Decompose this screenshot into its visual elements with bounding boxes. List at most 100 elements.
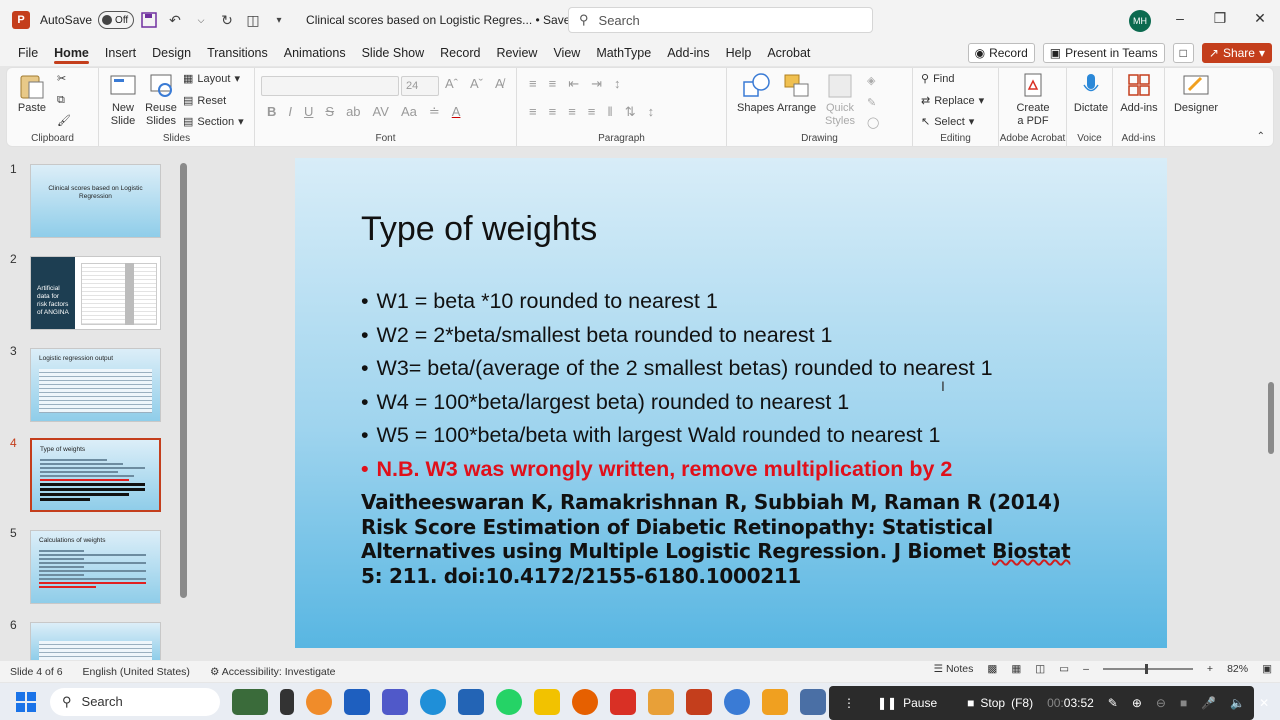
collapse-ribbon-icon[interactable]: ⌃ (1257, 131, 1265, 142)
customize-toolbar-icon[interactable]: ▾ (268, 9, 290, 31)
slide-canvas[interactable]: Type of weights W1 = beta *10 rounded to… (295, 158, 1167, 648)
drag-handle-icon[interactable]: ⋮ (843, 696, 855, 710)
teams-icon[interactable] (382, 688, 408, 715)
clear-formatting-icon[interactable]: A̸ (495, 76, 504, 91)
accessibility-status[interactable]: ⚙ Accessibility: Investigate (210, 666, 336, 678)
autosave[interactable]: AutoSave Off (40, 11, 135, 29)
recorder-app-icon[interactable] (762, 688, 788, 715)
comments-button[interactable]: □ (1172, 43, 1194, 63)
slide-thumbnail-2[interactable]: Artificial data for risk factors of ANGI… (30, 256, 161, 330)
tab-home[interactable]: Home (46, 40, 97, 66)
columns-icon[interactable]: ‖ (607, 104, 612, 120)
outlook-icon[interactable] (344, 688, 370, 715)
line-spacing-icon[interactable]: ↕ (614, 76, 621, 92)
system-audio-icon[interactable]: 🔈 (1230, 696, 1245, 710)
increase-indent-icon[interactable]: ⇥ (591, 76, 602, 92)
whatsapp-icon[interactable] (496, 688, 522, 715)
font-color-icon[interactable]: A (452, 104, 461, 120)
tab-slide-show[interactable]: Slide Show (354, 40, 433, 66)
fit-to-window-icon[interactable]: ▣ (1262, 663, 1272, 675)
microphone-icon[interactable]: 🎤 (1201, 696, 1216, 710)
align-right-icon[interactable]: ≡ (568, 104, 576, 120)
tab-design[interactable]: Design (144, 40, 199, 66)
save-app-icon[interactable] (458, 688, 484, 715)
zoom-out-icon[interactable]: ⊖ (1156, 696, 1166, 710)
find-button[interactable]: ⚲ Find (921, 72, 954, 86)
avatar[interactable]: MH (1129, 10, 1151, 32)
bullet-list[interactable]: W1 = beta *10 rounded to nearest 1 W2 = … (361, 285, 1151, 486)
shapes-button[interactable]: Shapes (737, 72, 774, 115)
character-spacing-icon[interactable]: AV (373, 104, 389, 120)
undo-icon[interactable]: ↶ (164, 9, 186, 31)
zoom-in-icon[interactable]: + (1207, 663, 1213, 675)
pen-icon[interactable]: ✎ (1108, 696, 1118, 710)
dictate-button[interactable]: Dictate (1073, 72, 1109, 115)
shape-effects-icon[interactable]: ◯ (867, 116, 879, 129)
decrease-font-size-icon[interactable]: Aˇ (470, 76, 483, 91)
media-app-icon[interactable] (648, 688, 674, 715)
close-icon[interactable]: ✕ (1250, 10, 1270, 27)
powerpoint-taskbar-icon[interactable] (686, 688, 712, 715)
tab-view[interactable]: View (545, 40, 588, 66)
paste-button[interactable]: Paste (17, 72, 47, 115)
language-indicator[interactable]: English (United States) (83, 666, 190, 678)
reading-view-icon[interactable]: ◫ (1035, 663, 1045, 675)
save-icon[interactable] (138, 9, 160, 31)
quick-styles-button[interactable]: Quick Styles (823, 72, 857, 128)
slide-scrollbar[interactable] (1266, 150, 1276, 650)
justify-icon[interactable]: ≡ (588, 104, 596, 120)
tab-add-ins[interactable]: Add-ins (659, 40, 717, 66)
slide-title[interactable]: Type of weights (361, 210, 597, 249)
shape-fill-icon[interactable]: ◈ (867, 74, 875, 87)
align-center-icon[interactable]: ≡ (549, 104, 557, 120)
underline-icon[interactable]: U (304, 104, 313, 120)
section-button[interactable]: ▤ Section ▾ (183, 115, 244, 129)
strikethrough-icon[interactable]: S (325, 104, 334, 120)
normal-view-icon[interactable]: ▩ (987, 663, 997, 675)
pdf-app-icon[interactable] (610, 688, 636, 715)
addins-button[interactable]: Add-ins (1119, 72, 1159, 115)
tab-file[interactable]: File (10, 40, 46, 66)
slide-sorter-icon[interactable]: ▦ (1011, 663, 1021, 675)
search-input[interactable]: ⚲ Search (568, 7, 873, 33)
slide-thumbnail-6[interactable] (30, 622, 161, 660)
windows-start-icon[interactable] (16, 691, 36, 712)
tab-insert[interactable]: Insert (97, 40, 144, 66)
reuse-slides-button[interactable]: Reuse Slides (143, 72, 179, 128)
redo-icon[interactable]: ↻ (216, 9, 238, 31)
close-recorder-icon[interactable]: ✕ (1259, 696, 1269, 710)
tab-mathtype[interactable]: MathType (588, 40, 659, 66)
bold-icon[interactable]: B (267, 104, 276, 120)
format-painter-icon[interactable]: 🖌 (57, 114, 71, 127)
task-view-icon[interactable] (280, 688, 294, 715)
present-in-teams-button[interactable]: ▣ Present in Teams (1042, 43, 1165, 63)
select-button[interactable]: ↖ Select ▾ (921, 115, 974, 129)
maximize-icon[interactable]: ❐ (1210, 10, 1230, 27)
font-size-field[interactable]: 24 (401, 76, 439, 96)
bullets-icon[interactable]: ≡ (529, 76, 537, 92)
pause-button[interactable]: ❚❚ Pause (877, 696, 937, 710)
slide-thumbnail-1[interactable]: Clinical scores based on Logistic Regres… (30, 164, 161, 238)
numbering-icon[interactable]: ≡ (549, 76, 557, 92)
edge-icon[interactable] (420, 688, 446, 715)
firefox-icon[interactable] (572, 688, 598, 715)
file-explorer-icon[interactable] (534, 688, 560, 715)
zoom-slider[interactable] (1102, 664, 1193, 674)
replace-button[interactable]: ⇄ Replace ▾ (921, 94, 984, 108)
thumbnails-scrollbar[interactable] (180, 163, 187, 598)
zoom-in-icon[interactable]: ⊕ (1132, 696, 1142, 710)
arrange-button[interactable]: Arrange (777, 72, 816, 115)
tab-review[interactable]: Review (488, 40, 545, 66)
autosave-toggle[interactable]: Off (98, 11, 135, 29)
widgets-icon[interactable] (232, 688, 268, 715)
zoom-out-icon[interactable]: – (1083, 663, 1089, 675)
webcam-icon[interactable]: ■ (1180, 696, 1187, 710)
create-pdf-button[interactable]: Create a PDF (1013, 72, 1053, 128)
designer-button[interactable]: Designer (1171, 72, 1221, 115)
tab-transitions[interactable]: Transitions (199, 40, 276, 66)
tab-animations[interactable]: Animations (276, 40, 354, 66)
tab-acrobat[interactable]: Acrobat (759, 40, 818, 66)
notes-button[interactable]: ☰ Notes (934, 663, 974, 675)
slide-thumbnail-4[interactable]: Type of weights (30, 438, 161, 512)
highlight-icon[interactable]: ≐ (429, 104, 440, 120)
